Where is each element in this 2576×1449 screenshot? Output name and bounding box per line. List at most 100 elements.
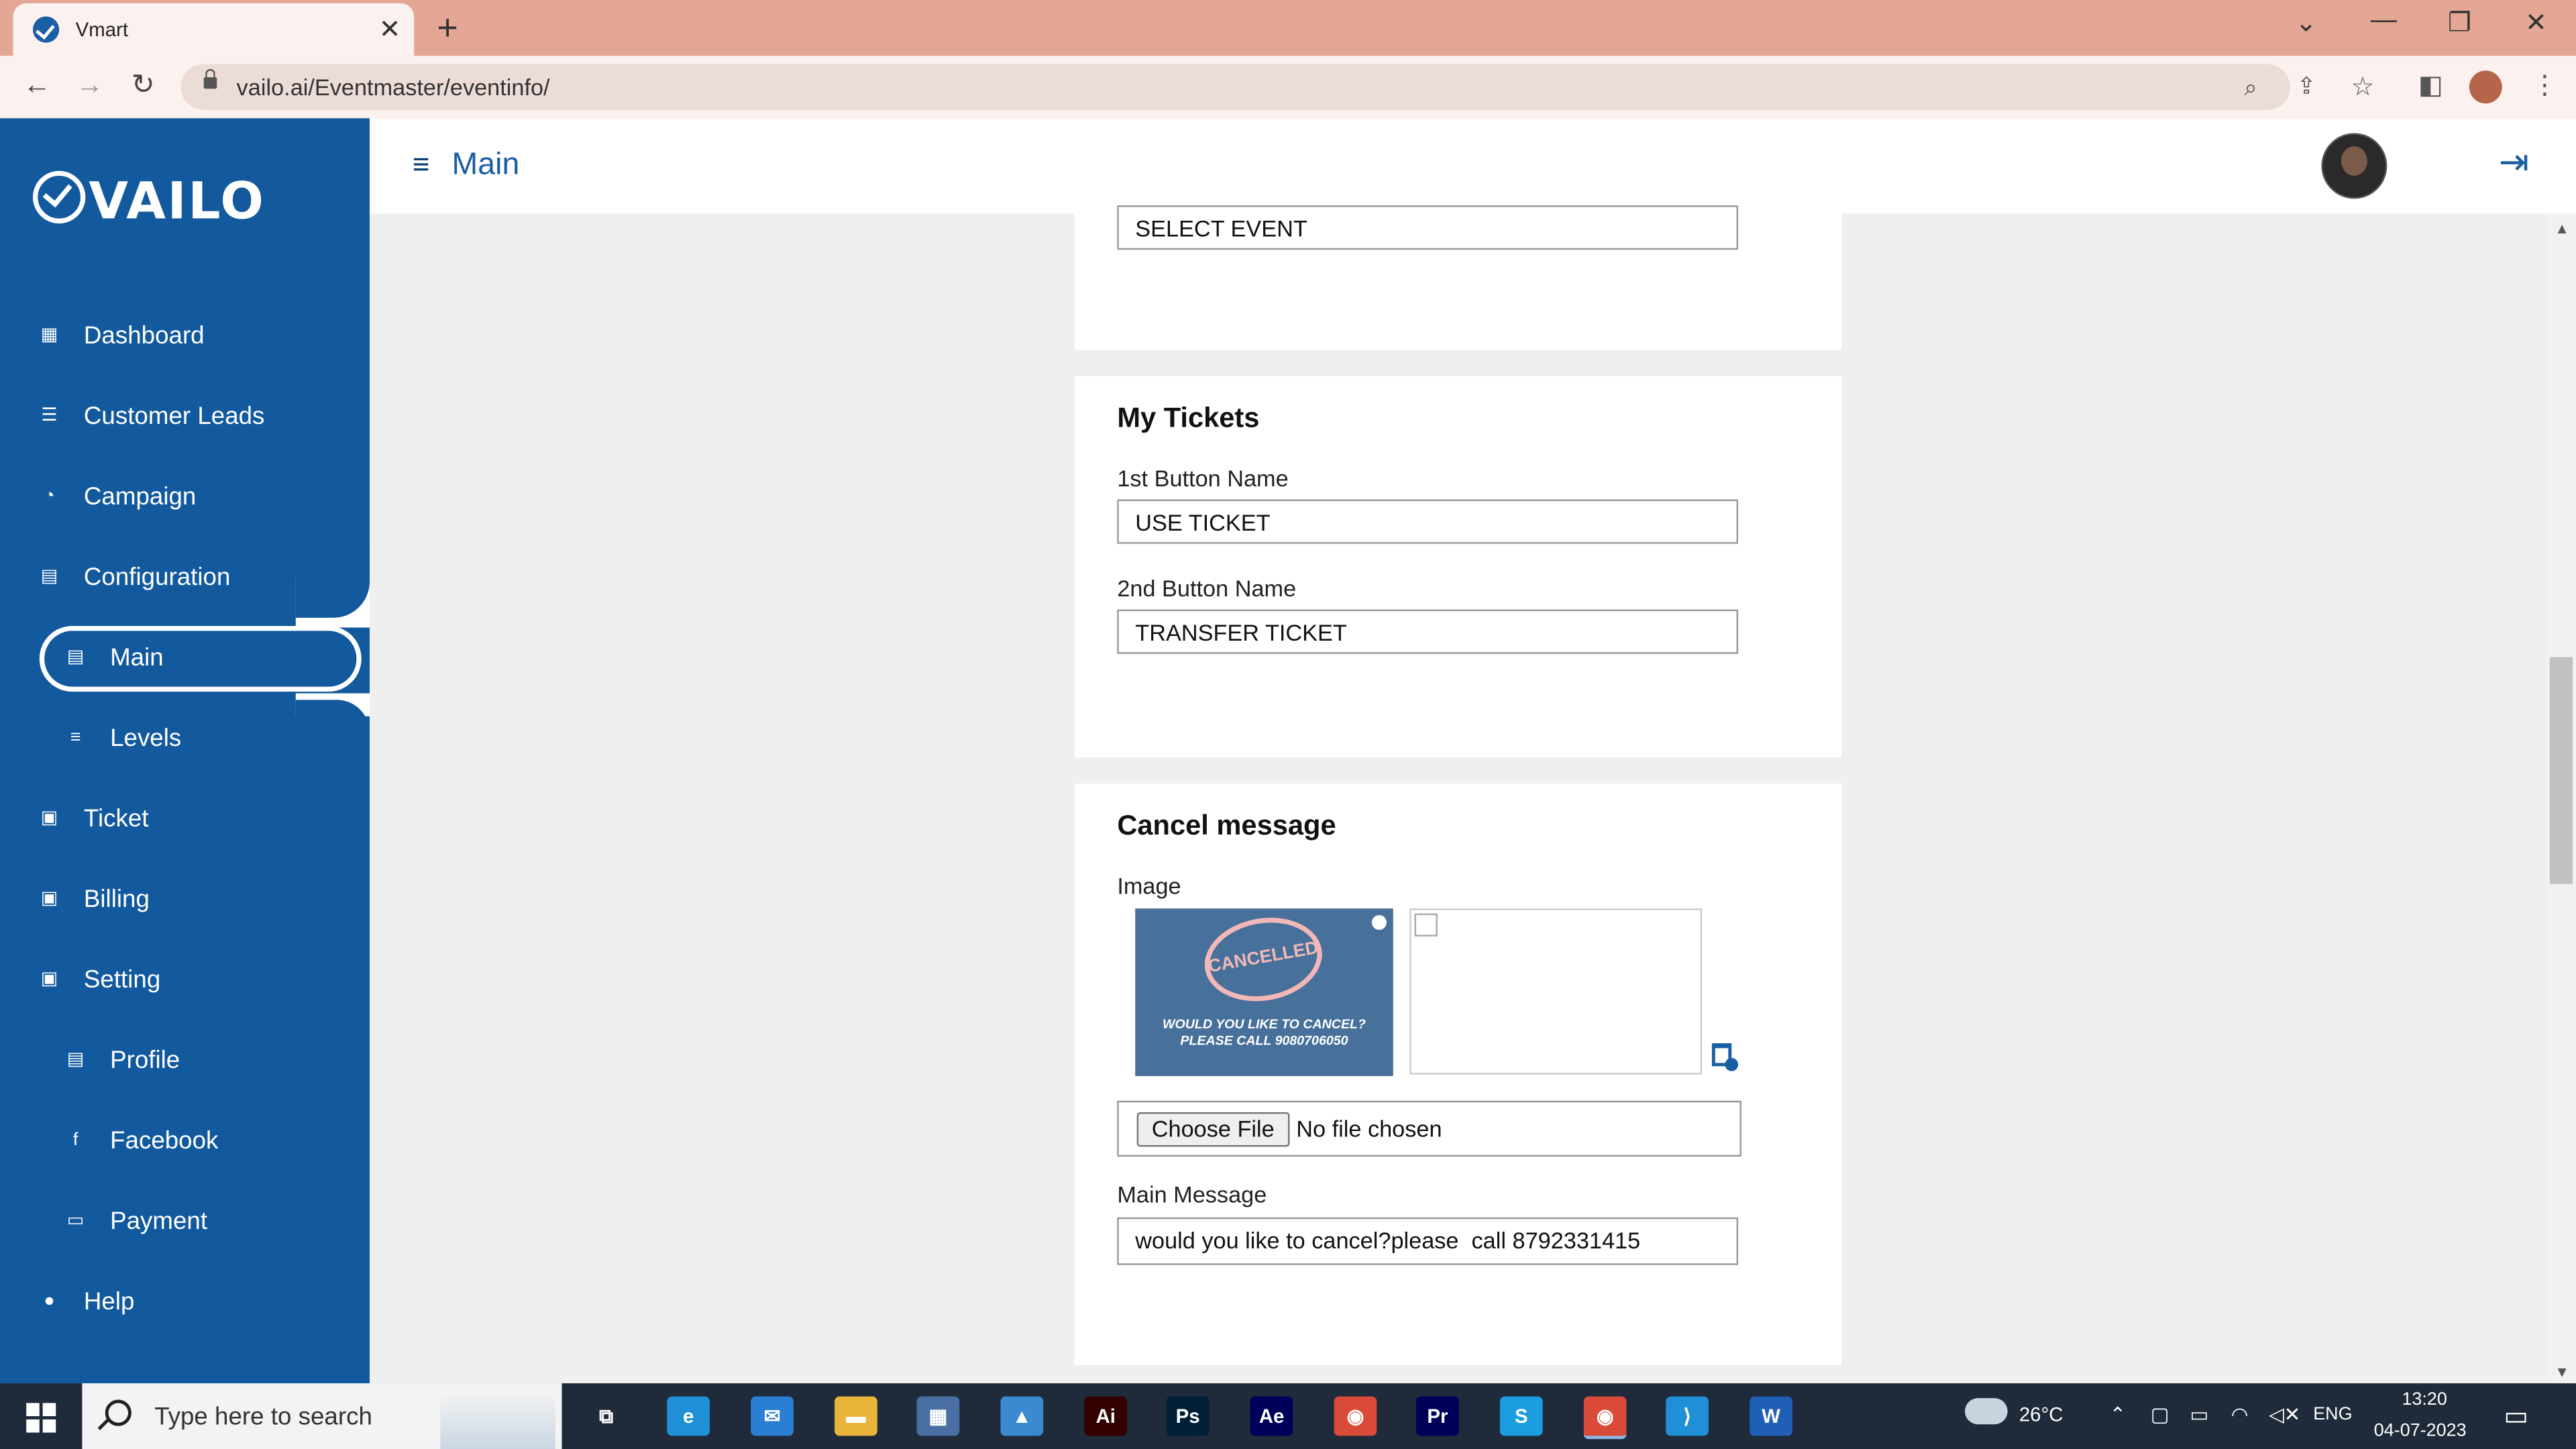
weather-cloud-icon[interactable] xyxy=(1965,1398,2008,1425)
vailo-logo[interactable]: VAILO xyxy=(32,170,266,232)
profile-avatar-icon[interactable] xyxy=(2469,70,2502,104)
tab-search-chevron-icon[interactable]: ⌄ xyxy=(2295,7,2317,40)
chat-icon: ▣ xyxy=(40,888,58,909)
sidebar-item-facebook[interactable]: f Facebook xyxy=(0,1109,370,1175)
edge-icon[interactable]: e xyxy=(667,1396,710,1436)
wallet-icon: ▭ xyxy=(66,1210,85,1231)
sidebar-item-label: Help xyxy=(83,1288,135,1316)
minimize-button[interactable]: — xyxy=(2371,7,2397,36)
share-icon[interactable]: ⇪ xyxy=(2297,72,2316,101)
tab-close-icon[interactable]: ✕ xyxy=(379,13,401,46)
battery-icon[interactable]: ▭ xyxy=(2190,1403,2209,1426)
chrome-icon[interactable]: ◉ xyxy=(1334,1396,1377,1436)
sidebar-item-levels[interactable]: ≡ Levels xyxy=(0,706,370,772)
sidebar-item-setting[interactable]: ▣ Setting xyxy=(0,948,370,1014)
sidebar-item-label: Payment xyxy=(110,1208,208,1236)
choose-file-button[interactable]: Choose File xyxy=(1136,1112,1289,1147)
hamburger-menu-icon[interactable]: ≡ xyxy=(413,148,430,182)
person-icon: ● xyxy=(44,1291,55,1311)
task-view-icon[interactable]: ⧉ xyxy=(584,1396,628,1436)
sidebar-item-main[interactable]: ▤ Main xyxy=(0,626,370,692)
dashboard-icon: ▦ xyxy=(40,325,58,345)
cancel-image-preview[interactable]: CANCELLED WOULD YOU LIKE TO CANCEL? PLEA… xyxy=(1135,908,1393,1077)
url-text[interactable]: vailo.ai/Eventmaster/eventinfo/ xyxy=(237,74,550,100)
word-icon[interactable]: W xyxy=(1750,1396,1792,1436)
lock-icon xyxy=(203,68,217,89)
scroll-up-icon[interactable]: ▲ xyxy=(2555,220,2569,236)
premiere-icon[interactable]: Pr xyxy=(1416,1396,1459,1436)
scroll-down-icon[interactable]: ▼ xyxy=(2555,1364,2569,1380)
scrollbar-thumb[interactable] xyxy=(2549,657,2573,884)
sidebar-item-configuration[interactable]: ▤ Configuration xyxy=(0,545,370,611)
chat-icon: ▣ xyxy=(40,808,58,828)
user-avatar[interactable] xyxy=(2321,133,2387,199)
back-arrow-icon[interactable]: ← xyxy=(23,69,51,102)
button2-name-input[interactable]: TRANSFER TICKET xyxy=(1117,609,1739,654)
wifi-icon[interactable]: ◠ xyxy=(2231,1403,2249,1426)
after-effects-icon[interactable]: Ae xyxy=(1250,1396,1293,1436)
main-message-input[interactable]: would you like to cancel?please call 879… xyxy=(1117,1217,1739,1265)
windows-start-icon[interactable] xyxy=(26,1403,56,1433)
sidebar-item-label: Ticket xyxy=(83,805,149,833)
chrome-active-icon[interactable]: ◉ xyxy=(1583,1396,1627,1440)
sidebar-item-billing[interactable]: ▣ Billing xyxy=(0,867,370,933)
volume-mute-icon[interactable]: ◁✕ xyxy=(2269,1403,2300,1426)
new-tab-button[interactable]: + xyxy=(437,7,458,50)
button1-name-input[interactable]: USE TICKET xyxy=(1117,499,1739,544)
meet-now-icon[interactable]: ▢ xyxy=(2151,1403,2169,1426)
browser-menu-icon[interactable]: ⋮ xyxy=(2532,69,2558,102)
sidebar-item-help[interactable]: ● Help xyxy=(0,1270,370,1336)
clock-date[interactable]: 04-07-2023 xyxy=(2374,1421,2467,1440)
browser-toolbar: ← → ↻ vailo.ai/Eventmaster/eventinfo/ ⌕ … xyxy=(0,56,2576,120)
close-window-button[interactable]: ✕ xyxy=(2525,7,2547,40)
select-badge-icon[interactable] xyxy=(1370,913,1389,932)
illustrator-icon[interactable]: Ai xyxy=(1084,1396,1128,1436)
button2-label: 2nd Button Name xyxy=(1117,575,1297,602)
logout-icon[interactable]: ⇥ xyxy=(2499,142,2529,184)
photos-icon[interactable]: ▲ xyxy=(1000,1396,1044,1436)
weather-temp[interactable]: 26°C xyxy=(2019,1403,2063,1426)
zoom-search-icon[interactable]: ⌕ xyxy=(2244,74,2257,102)
image-caption-line2: PLEASE CALL 9080706050 xyxy=(1180,1033,1348,1049)
restore-button[interactable]: ❐ xyxy=(2448,7,2471,40)
language-indicator[interactable]: ENG xyxy=(2313,1405,2352,1424)
sidebar-item-customer-leads[interactable]: ☰ Customer Leads xyxy=(0,384,370,450)
taskbar-search-box[interactable]: Type here to search xyxy=(82,1383,562,1449)
notification-center-icon[interactable]: ▭ xyxy=(2504,1400,2528,1433)
windows-taskbar: Type here to search ⧉ e ✉ ▬ ▦ ▲ Ai Ps Ae ◉ Pr S ◉ ⟩ W … xyxy=(0,1383,2576,1449)
bookmark-star-icon[interactable]: ☆ xyxy=(2351,70,2375,103)
page-icon: ▤ xyxy=(66,647,85,667)
sidebar-item-campaign[interactable]: ◔ Campaign xyxy=(0,465,370,531)
store-icon[interactable]: ▦ xyxy=(916,1396,960,1436)
side-panel-icon[interactable]: ◧ xyxy=(2418,69,2443,102)
file-explorer-icon[interactable]: ▬ xyxy=(835,1396,877,1436)
page-scrollbar[interactable]: ▲ ▼ xyxy=(2546,213,2576,1384)
forward-arrow-icon[interactable]: → xyxy=(76,69,104,102)
clock-time[interactable]: 13:20 xyxy=(2402,1390,2447,1409)
reload-icon[interactable]: ↻ xyxy=(131,69,155,102)
tray-chevron-icon[interactable]: ⌃ xyxy=(2110,1403,2127,1426)
skype-icon[interactable]: S xyxy=(1499,1396,1543,1436)
sidebar-item-label: Customer Leads xyxy=(83,402,265,431)
document-icon: ▤ xyxy=(40,566,58,587)
event-card: SELECT EVENT xyxy=(1074,205,1842,350)
broken-image-icon xyxy=(1414,913,1438,936)
delete-image-icon[interactable] xyxy=(1711,1043,1739,1071)
address-bar[interactable]: vailo.ai/Eventmaster/eventinfo/ ⌕ xyxy=(180,64,2290,111)
sidebar-item-dashboard[interactable]: ▦ Dashboard xyxy=(0,304,370,370)
sidebar-item-label: Setting xyxy=(83,966,161,994)
photoshop-icon[interactable]: Ps xyxy=(1166,1396,1210,1436)
vscode-icon[interactable]: ⟩ xyxy=(1666,1396,1709,1436)
browser-tab[interactable]: Vmart ✕ xyxy=(13,3,415,56)
chat-icon: ▣ xyxy=(40,969,58,989)
sidebar-item-payment[interactable]: ▭ Payment xyxy=(0,1189,370,1255)
search-highlight-image xyxy=(440,1393,555,1449)
file-input[interactable]: Choose File No file chosen xyxy=(1117,1100,1741,1157)
select-event-dropdown[interactable]: SELECT EVENT xyxy=(1117,205,1739,250)
sidebar-item-ticket[interactable]: ▣ Ticket xyxy=(0,787,370,853)
logo-text: VAILO xyxy=(89,172,266,232)
sidebar-item-label: Levels xyxy=(110,724,182,753)
mail-icon[interactable]: ✉ xyxy=(751,1396,794,1436)
page-icon: ▤ xyxy=(66,1049,85,1070)
sidebar-item-profile[interactable]: ▤ Profile xyxy=(0,1028,370,1094)
